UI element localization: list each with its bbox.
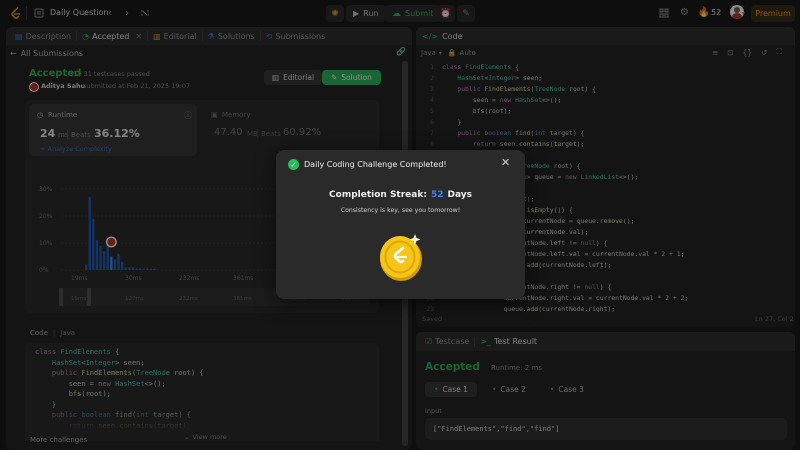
close-icon[interactable]: ✕ [501, 156, 510, 169]
challenge-completed-modal: ✓ Daily Coding Challenge Completed! ✕ Co… [276, 150, 525, 299]
streak-line: Completion Streak: 52 Days [276, 190, 525, 200]
streak-value: 52 [430, 190, 444, 200]
success-check-icon: ✓ [288, 159, 299, 170]
modal-title: Daily Coding Challenge Completed! [304, 160, 447, 169]
streak-label: Completion Streak: [329, 190, 427, 200]
streak-unit: Days [447, 190, 472, 200]
modal-subtitle: Consistency is key, see you tomorrow! [340, 207, 461, 214]
gold-coin-icon [380, 234, 422, 281]
